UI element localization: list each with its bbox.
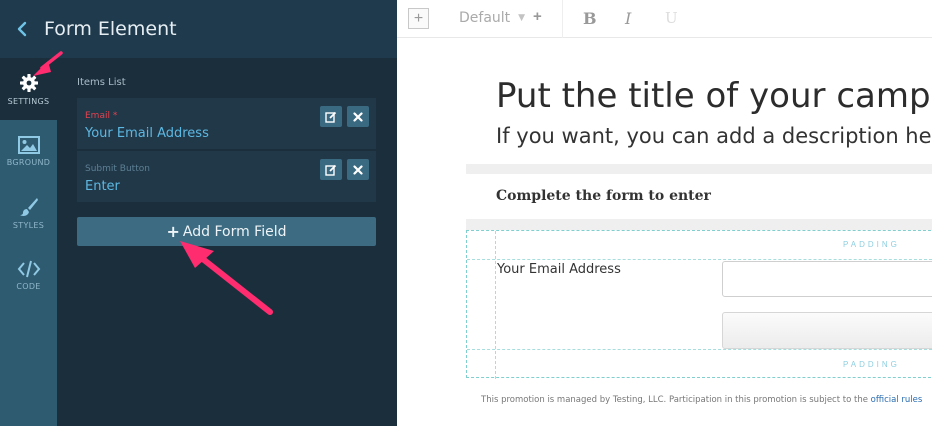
panel-header: Form Element xyxy=(0,0,397,58)
item-label: Email * xyxy=(85,111,118,121)
list-item[interactable]: Email * Your Email Address xyxy=(77,98,376,149)
footer-disclaimer: This promotion is managed by Testing, LL… xyxy=(481,395,922,405)
rail-item-styles[interactable]: STYLES xyxy=(0,182,57,244)
item-value: Your Email Address xyxy=(85,126,209,141)
toolbar-divider xyxy=(562,0,563,38)
padding-guide xyxy=(495,231,496,379)
list-item[interactable]: Submit Button Enter xyxy=(77,151,376,202)
form-block[interactable]: PADDING Your Email Address PADDING xyxy=(466,230,932,379)
submit-button[interactable] xyxy=(722,312,932,349)
section-divider xyxy=(466,164,932,174)
campaign-description[interactable]: If you want, you can add a description h… xyxy=(496,124,932,148)
padding-guide xyxy=(467,349,932,350)
delete-button[interactable] xyxy=(347,106,369,127)
rail-item-label: STYLES xyxy=(12,220,45,230)
email-field[interactable] xyxy=(722,261,932,297)
add-form-field-button[interactable]: + Add Form Field xyxy=(77,217,376,246)
close-icon xyxy=(353,111,363,122)
add-form-field-label: Add Form Field xyxy=(182,223,287,240)
rail-item-code[interactable]: CODE xyxy=(0,244,57,306)
rail-item-label: CODE xyxy=(16,281,41,291)
side-rail: SETTINGS BGROUND STYLES CODE xyxy=(0,58,57,426)
official-rules-link[interactable]: official rules xyxy=(871,395,923,405)
font-size-increase-button[interactable]: + xyxy=(533,8,542,25)
panel-title: Form Element xyxy=(44,18,177,40)
footer-text: This promotion is managed by Testing, LL… xyxy=(481,395,871,405)
edit-icon xyxy=(325,164,337,176)
close-icon xyxy=(353,164,363,175)
rail-item-label: SETTINGS xyxy=(7,96,50,106)
editor-toolbar: + Default ▼ + B I U xyxy=(397,0,932,38)
form-element-panel: Form Element SETTINGS BGROUND STYLES COD… xyxy=(0,0,397,426)
image-icon xyxy=(17,135,40,154)
email-field-label: Your Email Address xyxy=(497,262,621,277)
padding-label: PADDING xyxy=(843,360,900,369)
back-button[interactable] xyxy=(0,0,44,58)
gear-icon xyxy=(19,73,38,92)
underline-button[interactable]: U xyxy=(665,9,678,27)
code-icon xyxy=(17,260,40,277)
items-list-heading: Items List xyxy=(77,77,126,88)
italic-button[interactable]: I xyxy=(625,9,631,28)
rail-item-label: BGROUND xyxy=(6,157,51,167)
font-select-value: Default xyxy=(459,10,511,26)
section-divider xyxy=(466,219,932,230)
campaign-title[interactable]: Put the title of your campaign here xyxy=(496,76,932,116)
add-element-button[interactable]: + xyxy=(408,8,429,29)
edit-button[interactable] xyxy=(320,106,342,127)
edit-icon xyxy=(325,111,337,123)
plus-icon: + xyxy=(166,222,180,241)
font-select[interactable]: Default ▼ xyxy=(459,10,525,26)
bold-button[interactable]: B xyxy=(583,9,597,28)
chevron-left-icon xyxy=(17,21,27,37)
padding-guide xyxy=(467,259,932,260)
brush-icon xyxy=(19,197,38,216)
campaign-editor: + Default ▼ + B I U Put the title of you… xyxy=(397,0,932,426)
item-label: Submit Button xyxy=(85,164,150,174)
delete-button[interactable] xyxy=(347,159,369,180)
chevron-down-icon: ▼ xyxy=(518,13,526,23)
rail-item-settings[interactable]: SETTINGS xyxy=(0,58,57,120)
item-value: Enter xyxy=(85,179,120,194)
campaign-canvas: Put the title of your campaign here If y… xyxy=(466,38,932,426)
edit-button[interactable] xyxy=(320,159,342,180)
form-heading[interactable]: Complete the form to enter xyxy=(496,188,711,204)
padding-label: PADDING xyxy=(843,240,900,249)
rail-item-background[interactable]: BGROUND xyxy=(0,120,57,182)
